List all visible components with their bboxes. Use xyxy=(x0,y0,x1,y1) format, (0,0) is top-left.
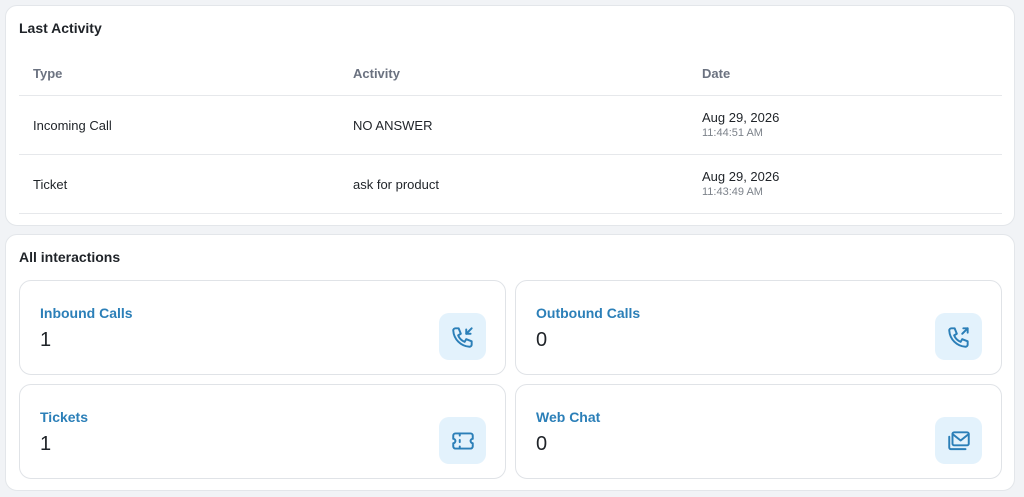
outbound-calls-tile[interactable]: Outbound Calls 0 xyxy=(515,280,1002,375)
phone-outgoing-icon xyxy=(935,313,982,360)
web-chat-tile[interactable]: Web Chat 0 xyxy=(515,384,1002,479)
tickets-tile[interactable]: Tickets 1 xyxy=(19,384,506,479)
tile-label: Web Chat xyxy=(536,409,601,425)
activity-table: Type Activity Date Incoming Call NO ANSW… xyxy=(19,56,1002,214)
row-activity: NO ANSWER xyxy=(353,118,433,133)
column-header-type[interactable]: Type xyxy=(33,66,62,81)
last-activity-card: Last Activity Type Activity Date Incomin… xyxy=(5,5,1015,226)
table-header-row: Type Activity Date xyxy=(19,56,1002,96)
row-type: Ticket xyxy=(33,177,68,192)
row-activity: ask for product xyxy=(353,177,439,192)
row-date: Aug 29, 2026 xyxy=(702,169,780,184)
inbound-calls-tile[interactable]: Inbound Calls 1 xyxy=(19,280,506,375)
row-type: Incoming Call xyxy=(33,118,112,133)
tile-value: 1 xyxy=(40,433,52,455)
table-row[interactable]: Incoming Call NO ANSWER Aug 29, 2026 11:… xyxy=(19,96,1002,155)
row-time: 11:44:51 AM xyxy=(702,127,763,139)
column-header-activity[interactable]: Activity xyxy=(353,66,400,81)
ticket-icon xyxy=(439,417,486,464)
tile-label: Tickets xyxy=(40,409,88,425)
mail-stack-icon xyxy=(935,417,982,464)
tile-value: 0 xyxy=(536,433,548,455)
tile-label: Outbound Calls xyxy=(536,305,641,321)
last-activity-title: Last Activity xyxy=(19,20,102,36)
tile-value: 0 xyxy=(536,329,548,351)
column-header-date[interactable]: Date xyxy=(702,66,730,81)
row-date: Aug 29, 2026 xyxy=(702,110,780,125)
tile-value: 1 xyxy=(40,329,52,351)
row-time: 11:43:49 AM xyxy=(702,186,763,198)
phone-incoming-icon xyxy=(439,313,486,360)
all-interactions-title: All interactions xyxy=(19,249,121,265)
all-interactions-card: All interactions Inbound Calls 1 Outboun… xyxy=(5,234,1015,491)
tile-label: Inbound Calls xyxy=(40,305,133,321)
table-row[interactable]: Ticket ask for product Aug 29, 2026 11:4… xyxy=(19,155,1002,214)
